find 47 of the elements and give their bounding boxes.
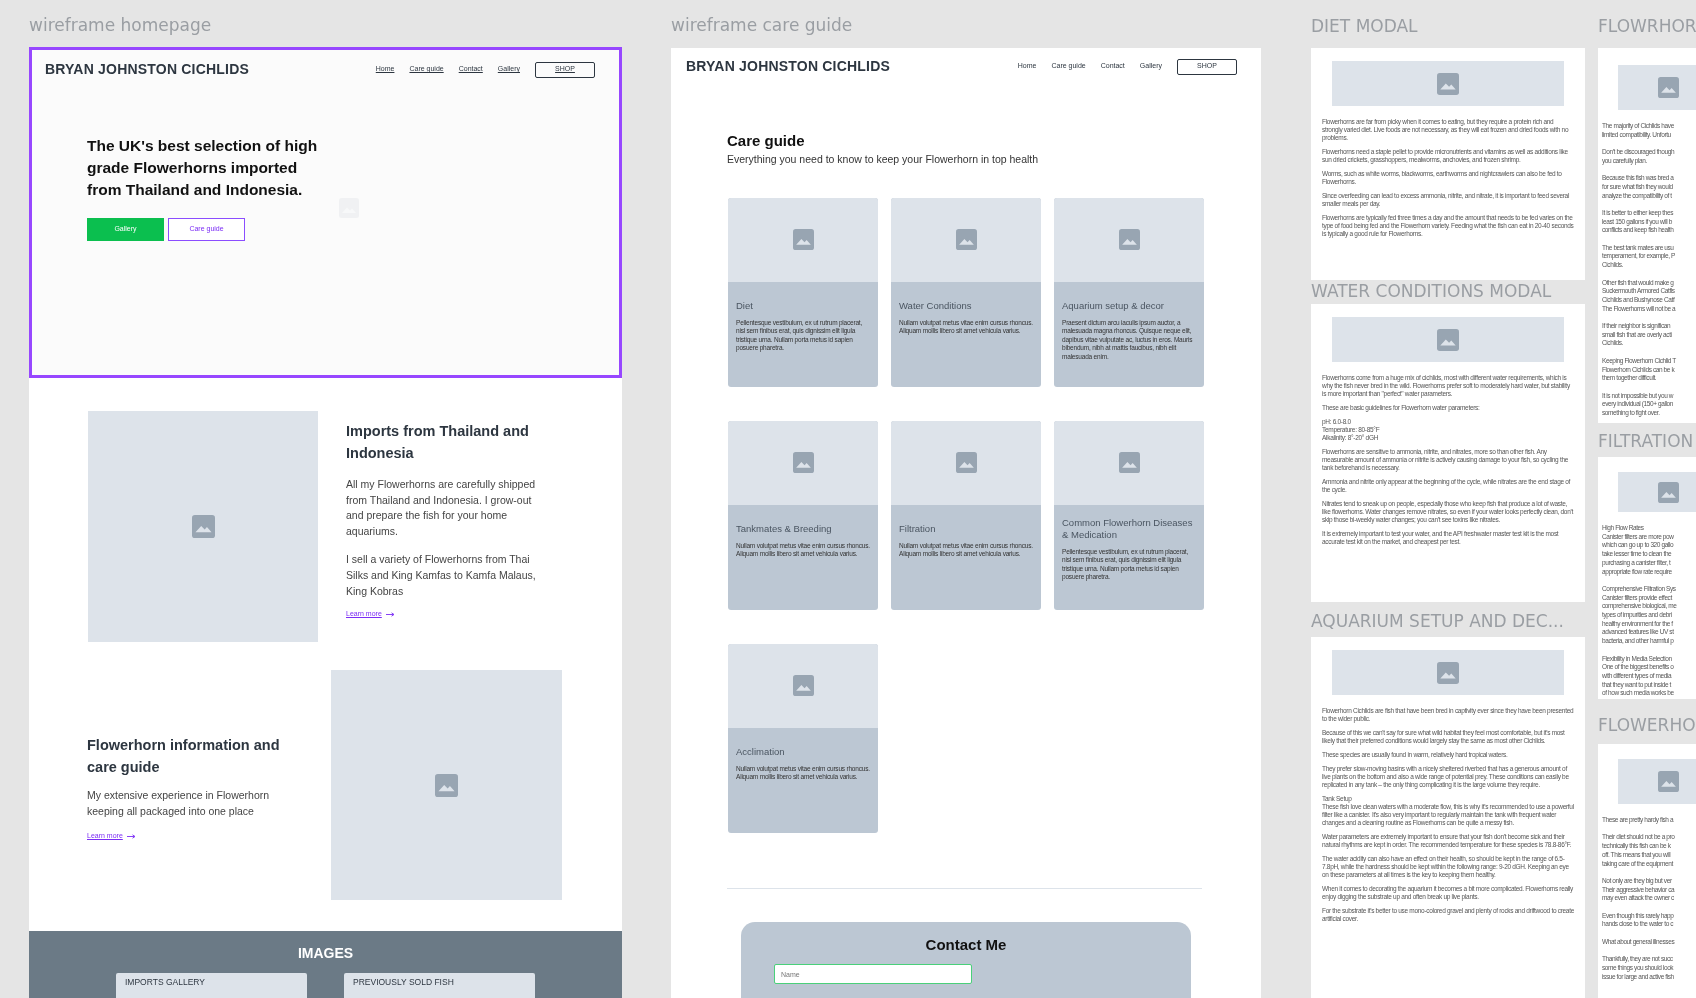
- card-title: Diet: [736, 299, 754, 312]
- image-icon: [1437, 72, 1459, 95]
- card-title: Filtration: [899, 522, 937, 535]
- section-paragraph: All my Flowerhorns are carefully shipped from Thailand and Indonesia. I grow-out and prepare the fish for your home aquariums.: [346, 477, 537, 539]
- frame-label: DIET MODAL: [1311, 15, 1419, 37]
- images-title: IMAGES: [297, 944, 354, 963]
- section-paragraph: I sell a variety of Flowerhorns from Thai Silks and King Kamfas to Kamfa Malaus, King Kobras: [346, 552, 537, 599]
- image-icon: [1118, 452, 1140, 474]
- care-card[interactable]: [1054, 197, 1204, 387]
- image-icon: [435, 773, 458, 797]
- image-icon: [792, 229, 814, 251]
- image-icon: [1657, 481, 1679, 503]
- card-title: Common Flowerhorn Diseases & Medication: [1062, 516, 1194, 541]
- hero-heading: The UK's best selection of high grade Flowerhorns imported from Thailand and Indonesia.: [87, 136, 319, 200]
- image-icon: [191, 515, 215, 538]
- gallery-card[interactable]: PREVIOUSLY SOLD FISH: [344, 973, 535, 998]
- page-subtitle: Everything you need to know to keep your Flowerhorn in top health: [727, 152, 1040, 167]
- image-icon: [1657, 77, 1679, 98]
- section-paragraph: My extensive experience in Flowerhorn keeping all packaged into one place: [87, 788, 271, 819]
- page-title: Care guide: [727, 132, 806, 150]
- frame-label: FLOWERHO: [1598, 714, 1696, 736]
- image-icon: [955, 452, 977, 474]
- gallery-card[interactable]: IMPORTS GALLERY: [116, 973, 307, 998]
- image-icon: [1657, 771, 1679, 792]
- card-title: Aquarium setup & decor: [1062, 299, 1165, 312]
- section-heading: Imports from Thailand and Indonesia: [346, 422, 530, 463]
- section-heading: Flowerhorn information and care guide: [87, 736, 281, 777]
- image-icon: [792, 675, 814, 697]
- card-title: Acclimation: [736, 745, 786, 758]
- image-icon: [955, 229, 977, 251]
- frame-label: wireframe care guide: [671, 14, 854, 36]
- image-icon: [792, 452, 814, 474]
- card-title: Tankmates & Breeding: [736, 522, 833, 535]
- contact-title: Contact Me: [925, 934, 1007, 955]
- image-icon: [1437, 328, 1459, 351]
- frame-label: FLOWRHOR: [1598, 15, 1696, 37]
- frame-label: WATER CONDITIONS MODAL: [1311, 280, 1553, 302]
- site-logo: BRYAN JOHNSTON CICHLIDS: [45, 60, 249, 79]
- image-icon: [1437, 661, 1459, 684]
- frame-label: wireframe homepage: [29, 14, 213, 36]
- site-logo: BRYAN JOHNSTON CICHLIDS: [686, 57, 890, 76]
- arrow-right-icon: [126, 833, 136, 839]
- image-icon: [1118, 229, 1140, 251]
- frame-label: FILTRATION: [1598, 430, 1695, 452]
- arrow-right-icon: [385, 611, 395, 617]
- frame-label: AQUARIUM SETUP AND DEC...: [1311, 610, 1565, 632]
- card-title: Water Conditions: [899, 299, 973, 312]
